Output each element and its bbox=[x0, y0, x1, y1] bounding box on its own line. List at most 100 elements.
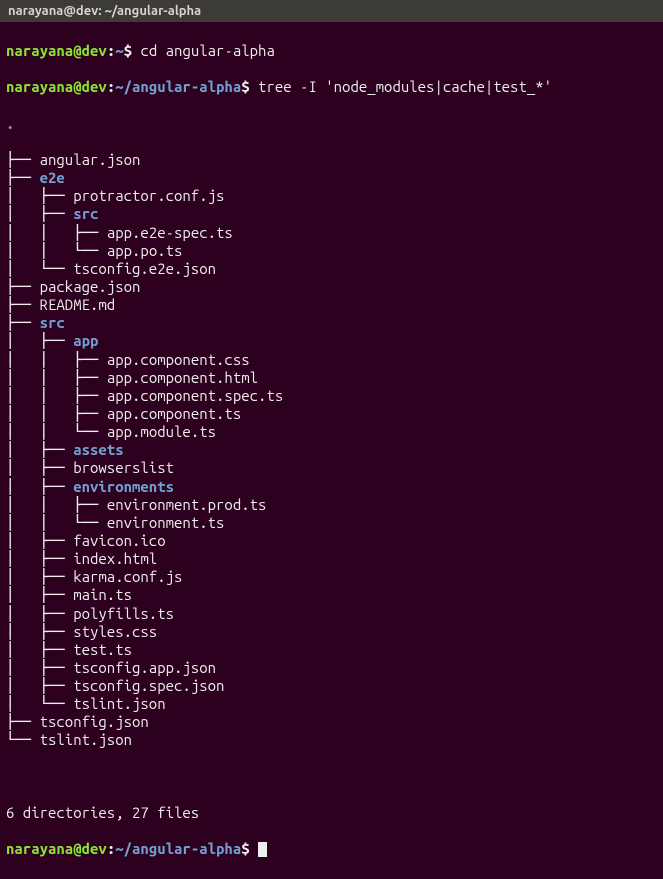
file-name: app.po.ts bbox=[107, 242, 183, 259]
tree-branch: │ ├── bbox=[6, 478, 73, 495]
tree-row: │ ├── tsconfig.app.json bbox=[6, 659, 657, 677]
dir-name: src bbox=[40, 314, 65, 331]
user-host: narayana@dev bbox=[6, 42, 107, 59]
file-name: favicon.ico bbox=[73, 532, 165, 549]
file-name: app.module.ts bbox=[107, 423, 216, 440]
blank-line bbox=[6, 768, 657, 786]
tree-branch: ├── bbox=[6, 278, 40, 295]
tree-row: ├── README.md bbox=[6, 296, 657, 314]
file-name: main.ts bbox=[73, 586, 132, 603]
tree-listing: ├── angular.json├── e2e│ ├── protractor.… bbox=[6, 151, 657, 750]
dir-name: environments bbox=[73, 478, 174, 495]
dollar: $ bbox=[241, 78, 258, 95]
tree-branch: │ ├── bbox=[6, 550, 73, 567]
tree-branch: │ ├── bbox=[6, 205, 73, 222]
tree-row: │ ├── styles.css bbox=[6, 623, 657, 641]
colon: : bbox=[107, 78, 115, 95]
file-name: README.md bbox=[40, 296, 116, 313]
tree-branch: │ │ ├── bbox=[6, 351, 107, 368]
tree-branch: │ ├── bbox=[6, 641, 73, 658]
file-name: app.component.css bbox=[107, 351, 250, 368]
tree-branch: │ │ ├── bbox=[6, 405, 107, 422]
tree-row: │ │ └── app.po.ts bbox=[6, 242, 657, 260]
user-host: narayana@dev bbox=[6, 840, 107, 857]
tree-branch: │ ├── bbox=[6, 568, 73, 585]
tree-branch: ├── bbox=[6, 314, 40, 331]
tree-branch: │ │ ├── bbox=[6, 496, 107, 513]
file-name: test.ts bbox=[73, 641, 132, 658]
dir-name: app bbox=[73, 332, 98, 349]
tree-branch: │ └── bbox=[6, 260, 73, 277]
tree-branch: │ ├── bbox=[6, 332, 73, 349]
tree-row: │ │ ├── environment.prod.ts bbox=[6, 496, 657, 514]
tree-row: │ │ ├── app.component.spec.ts bbox=[6, 387, 657, 405]
colon: : bbox=[107, 42, 115, 59]
tree-row: ├── src bbox=[6, 314, 657, 332]
tree-branch: ├── bbox=[6, 169, 40, 186]
terminal-output[interactable]: narayana@dev:~$ cd angular-alpha narayan… bbox=[0, 22, 663, 879]
file-name: app.e2e-spec.ts bbox=[107, 224, 233, 241]
tree-summary: 6 directories, 27 files bbox=[6, 804, 657, 822]
dollar: $ bbox=[241, 840, 258, 857]
file-name: app.component.ts bbox=[107, 405, 241, 422]
cwd: ~ bbox=[115, 42, 123, 59]
tree-row: │ ├── favicon.ico bbox=[6, 532, 657, 550]
cursor bbox=[258, 842, 267, 857]
tree-row: │ │ ├── app.component.css bbox=[6, 351, 657, 369]
tree-row: │ ├── browserslist bbox=[6, 459, 657, 477]
tree-row: └── tslint.json bbox=[6, 731, 657, 749]
tree-branch: │ │ ├── bbox=[6, 224, 107, 241]
file-name: package.json bbox=[40, 278, 141, 295]
tree-branch: ├── bbox=[6, 713, 40, 730]
file-name: index.html bbox=[73, 550, 157, 567]
dir-name: assets bbox=[73, 441, 123, 458]
dollar: $ bbox=[124, 42, 141, 59]
tree-row: ├── angular.json bbox=[6, 151, 657, 169]
tree-row: │ ├── protractor.conf.js bbox=[6, 187, 657, 205]
tree-row: │ └── tsconfig.e2e.json bbox=[6, 260, 657, 278]
tree-branch: │ ├── bbox=[6, 441, 73, 458]
file-name: angular.json bbox=[40, 151, 141, 168]
tree-row: │ ├── environments bbox=[6, 478, 657, 496]
tree-row: │ ├── index.html bbox=[6, 550, 657, 568]
file-name: browserslist bbox=[73, 459, 174, 476]
user-host: narayana@dev bbox=[6, 78, 107, 95]
file-name: environment.ts bbox=[107, 514, 225, 531]
tree-branch: │ ├── bbox=[6, 659, 73, 676]
command-cd: cd angular-alpha bbox=[140, 42, 274, 59]
file-name: tslint.json bbox=[40, 731, 132, 748]
tree-row: ├── package.json bbox=[6, 278, 657, 296]
tree-row: ├── tsconfig.json bbox=[6, 713, 657, 731]
tree-branch: │ ├── bbox=[6, 187, 73, 204]
tree-row: │ │ └── app.module.ts bbox=[6, 423, 657, 441]
file-name: app.component.html bbox=[107, 369, 258, 386]
tree-branch: │ │ └── bbox=[6, 242, 107, 259]
cwd: ~/angular-alpha bbox=[115, 840, 241, 857]
tree-branch: │ ├── bbox=[6, 459, 73, 476]
tree-branch: │ ├── bbox=[6, 623, 73, 640]
window-titlebar: narayana@dev: ~/angular-alpha bbox=[0, 0, 663, 22]
file-name: app.component.spec.ts bbox=[107, 387, 283, 404]
tree-branch: │ ├── bbox=[6, 605, 73, 622]
dir-name: e2e bbox=[40, 169, 65, 186]
prompt-line-1: narayana@dev:~$ cd angular-alpha bbox=[6, 42, 657, 60]
tree-row: │ │ ├── app.component.html bbox=[6, 369, 657, 387]
cwd: ~/angular-alpha bbox=[115, 78, 241, 95]
file-name: tslint.json bbox=[73, 695, 165, 712]
colon: : bbox=[107, 840, 115, 857]
file-name: tsconfig.e2e.json bbox=[73, 260, 216, 277]
file-name: protractor.conf.js bbox=[73, 187, 224, 204]
tree-row: │ └── tslint.json bbox=[6, 695, 657, 713]
tree-branch: │ │ ├── bbox=[6, 387, 107, 404]
tree-branch: └── bbox=[6, 731, 40, 748]
tree-branch: │ ├── bbox=[6, 532, 73, 549]
file-name: tsconfig.spec.json bbox=[73, 677, 224, 694]
file-name: styles.css bbox=[73, 623, 157, 640]
tree-row: │ │ ├── app.e2e-spec.ts bbox=[6, 224, 657, 242]
dir-name: src bbox=[73, 205, 98, 222]
tree-row: │ │ ├── app.component.ts bbox=[6, 405, 657, 423]
file-name: karma.conf.js bbox=[73, 568, 182, 585]
tree-branch: ├── bbox=[6, 151, 40, 168]
prompt-line-2: narayana@dev:~/angular-alpha$ tree -I 'n… bbox=[6, 78, 657, 96]
tree-branch: │ └── bbox=[6, 695, 73, 712]
